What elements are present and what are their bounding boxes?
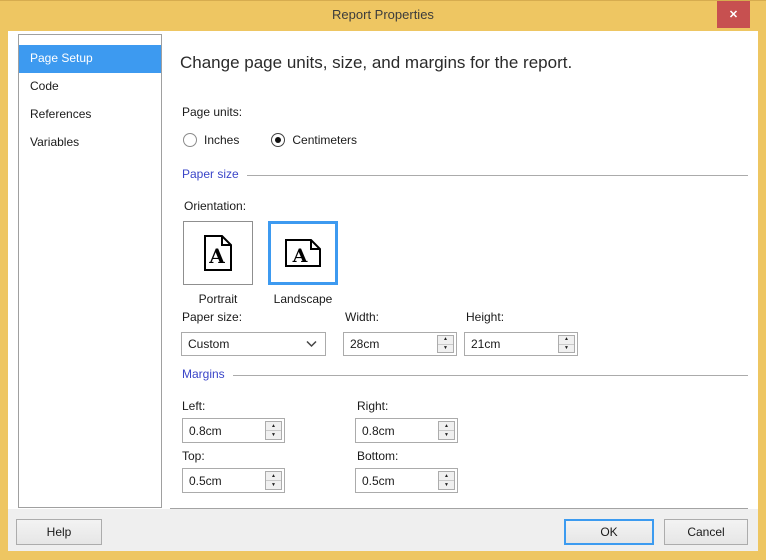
spinner-down-icon[interactable]: ▼ bbox=[438, 345, 453, 353]
ok-button[interactable]: OK bbox=[564, 519, 654, 545]
spinner-buttons: ▲ ▼ bbox=[438, 471, 455, 490]
help-button[interactable]: Help bbox=[16, 519, 102, 545]
spinner-buttons: ▲ ▼ bbox=[558, 335, 575, 353]
group-divider-line bbox=[247, 175, 748, 176]
report-properties-dialog: Report Properties ✕ Page Setup Code Refe… bbox=[0, 0, 766, 560]
margin-bottom-spinner[interactable]: 0.5cm ▲ ▼ bbox=[355, 468, 458, 493]
spinner-buttons: ▲ ▼ bbox=[438, 421, 455, 440]
margin-left-value: 0.8cm bbox=[189, 424, 222, 438]
spinner-down-icon[interactable]: ▼ bbox=[266, 481, 281, 489]
spinner-up-icon[interactable]: ▲ bbox=[266, 422, 281, 431]
radio-option-centimeters[interactable]: Centimeters bbox=[271, 133, 357, 147]
group-divider-line bbox=[233, 375, 748, 376]
category-list: Page Setup Code References Variables bbox=[18, 34, 162, 508]
svg-text:A: A bbox=[208, 244, 225, 268]
spinner-up-icon[interactable]: ▲ bbox=[438, 336, 453, 345]
width-label: Width: bbox=[345, 310, 379, 324]
spinner-up-icon[interactable]: ▲ bbox=[439, 422, 454, 431]
titlebar: Report Properties ✕ bbox=[0, 1, 766, 31]
dialog-body: Page Setup Code References Variables Cha… bbox=[8, 31, 758, 551]
paper-size-value: Custom bbox=[188, 337, 229, 351]
paper-size-dropdown[interactable]: Custom bbox=[181, 332, 326, 356]
margin-top-value: 0.5cm bbox=[189, 474, 222, 488]
radio-icon[interactable] bbox=[183, 133, 197, 147]
radio-selected-icon[interactable] bbox=[271, 133, 285, 147]
margin-right-value: 0.8cm bbox=[362, 424, 395, 438]
spinner-down-icon[interactable]: ▼ bbox=[266, 431, 281, 439]
page-units-label: Page units: bbox=[182, 105, 242, 119]
margin-left-spinner[interactable]: 0.8cm ▲ ▼ bbox=[182, 418, 285, 443]
spinner-up-icon[interactable]: ▲ bbox=[439, 472, 454, 481]
sidebar-item-variables[interactable]: Variables bbox=[19, 129, 161, 157]
spinner-buttons: ▲ ▼ bbox=[437, 335, 454, 353]
sidebar-item-code[interactable]: Code bbox=[19, 73, 161, 101]
margin-bottom-label: Bottom: bbox=[357, 449, 398, 463]
spinner-down-icon[interactable]: ▼ bbox=[439, 431, 454, 439]
margin-right-label: Right: bbox=[357, 399, 388, 413]
margins-group-header: Margins bbox=[182, 367, 748, 381]
spinner-down-icon[interactable]: ▼ bbox=[559, 345, 574, 353]
portrait-label: Portrait bbox=[183, 292, 253, 306]
page-heading: Change page units, size, and margins for… bbox=[180, 53, 572, 73]
svg-text:A: A bbox=[292, 245, 308, 267]
margin-right-spinner[interactable]: 0.8cm ▲ ▼ bbox=[355, 418, 458, 443]
height-value: 21cm bbox=[471, 337, 500, 351]
chevron-down-icon bbox=[306, 341, 317, 348]
height-label: Height: bbox=[466, 310, 504, 324]
orientation-landscape-button[interactable]: A bbox=[268, 221, 338, 285]
sidebar-item-references[interactable]: References bbox=[19, 101, 161, 129]
spinner-buttons: ▲ ▼ bbox=[265, 421, 282, 440]
radio-label: Inches bbox=[204, 133, 239, 147]
spinner-up-icon[interactable]: ▲ bbox=[559, 336, 574, 345]
orientation-label: Orientation: bbox=[184, 199, 246, 213]
margins-group-title: Margins bbox=[182, 367, 233, 381]
radio-label: Centimeters bbox=[292, 133, 357, 147]
paper-size-label: Paper size: bbox=[182, 310, 242, 324]
sidebar-item-page-setup[interactable]: Page Setup bbox=[19, 45, 161, 73]
height-spinner[interactable]: 21cm ▲ ▼ bbox=[464, 332, 578, 356]
margin-top-spinner[interactable]: 0.5cm ▲ ▼ bbox=[182, 468, 285, 493]
cancel-button[interactable]: Cancel bbox=[664, 519, 748, 545]
close-button[interactable]: ✕ bbox=[717, 1, 750, 28]
width-value: 28cm bbox=[350, 337, 379, 351]
margin-bottom-value: 0.5cm bbox=[362, 474, 395, 488]
radio-option-inches[interactable]: Inches bbox=[183, 133, 239, 147]
landscape-page-icon: A bbox=[284, 238, 322, 268]
width-spinner[interactable]: 28cm ▲ ▼ bbox=[343, 332, 457, 356]
spinner-buttons: ▲ ▼ bbox=[265, 471, 282, 490]
margin-left-label: Left: bbox=[182, 399, 205, 413]
spinner-down-icon[interactable]: ▼ bbox=[439, 481, 454, 489]
landscape-label: Landscape bbox=[268, 292, 338, 306]
footer: Help OK Cancel bbox=[8, 509, 758, 551]
paper-size-group-header: Paper size bbox=[182, 167, 748, 181]
spinner-up-icon[interactable]: ▲ bbox=[266, 472, 281, 481]
close-icon: ✕ bbox=[729, 8, 738, 21]
window-title: Report Properties bbox=[0, 7, 766, 22]
paper-size-group-title: Paper size bbox=[182, 167, 247, 181]
portrait-page-icon: A bbox=[203, 234, 233, 272]
orientation-portrait-button[interactable]: A bbox=[183, 221, 253, 285]
page-units-radio-group: Inches Centimeters bbox=[183, 133, 357, 147]
margin-top-label: Top: bbox=[182, 449, 205, 463]
